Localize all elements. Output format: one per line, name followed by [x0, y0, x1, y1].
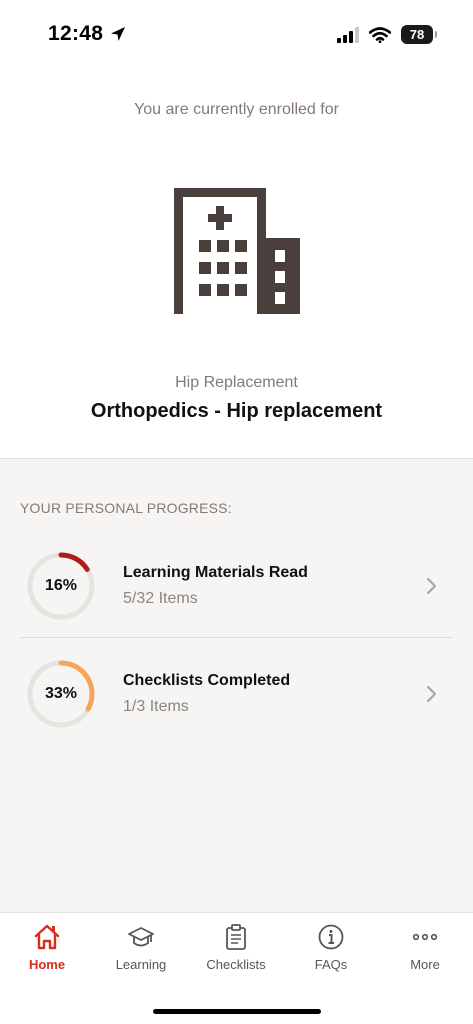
enrollment-panel: 12:48 78 You are currently enrolled for … [0, 0, 473, 459]
tab-checklists[interactable]: Checklists [189, 923, 283, 983]
status-time: 12:48 [48, 22, 127, 46]
progress-heading: YOUR PERSONAL PROGRESS: [20, 500, 232, 516]
graduation-cap-icon [128, 927, 154, 947]
program-category: Hip Replacement [175, 374, 298, 391]
clock-text: 12:48 [48, 22, 104, 45]
hospital-building-icon [174, 188, 300, 314]
location-arrow-icon [111, 27, 126, 41]
tab-label: Home [28, 957, 66, 972]
progress-title: Checklists Completed [123, 672, 291, 689]
progress-row-text: Checklists Completed 1/3 Items [123, 672, 421, 716]
tab-label: More [410, 957, 440, 972]
home-indicator [153, 1009, 321, 1014]
program-title: Orthopedics - Hip replacement [90, 400, 383, 422]
progress-row-checklists[interactable]: 33% Checklists Completed 1/3 Items [20, 642, 453, 746]
clipboard-icon [226, 924, 246, 950]
tab-label: Learning [115, 957, 167, 972]
tab-learning[interactable]: Learning [94, 923, 188, 983]
status-indicators: 78 [337, 25, 437, 44]
progress-title: Learning Materials Read [123, 563, 308, 581]
tab-label: FAQs [314, 957, 348, 972]
tab-more[interactable]: More [378, 923, 472, 983]
progress-detail: 5/32 Items [123, 589, 198, 607]
more-dots-icon [412, 933, 438, 941]
progress-ring: 16% [26, 551, 96, 621]
tab-home[interactable]: Home [0, 923, 94, 983]
cellular-signal-icon [337, 26, 359, 43]
enrolled-label: You are currently enrolled for [134, 101, 339, 118]
tab-faqs[interactable]: FAQs [284, 923, 378, 983]
tab-label: Checklists [206, 957, 266, 972]
progress-percent: 16% [44, 576, 78, 594]
progress-row-learning[interactable]: 16% Learning Materials Read 5/32 Items [20, 534, 453, 638]
chevron-right-icon [426, 685, 437, 703]
info-icon [318, 924, 344, 950]
progress-detail: 1/3 Items [123, 698, 189, 715]
battery-level: 78 [409, 27, 425, 42]
chevron-right-icon [426, 577, 437, 594]
tab-bar: Home Learning Checklists FAQs More [0, 912, 473, 1024]
battery-icon: 78 [401, 25, 437, 44]
status-bar: 12:48 78 [0, 0, 473, 70]
home-icon [34, 924, 60, 950]
progress-percent: 33% [44, 685, 78, 702]
progress-row-text: Learning Materials Read 5/32 Items [123, 564, 421, 608]
wifi-icon [369, 26, 391, 43]
progress-ring: 33% [26, 659, 96, 729]
